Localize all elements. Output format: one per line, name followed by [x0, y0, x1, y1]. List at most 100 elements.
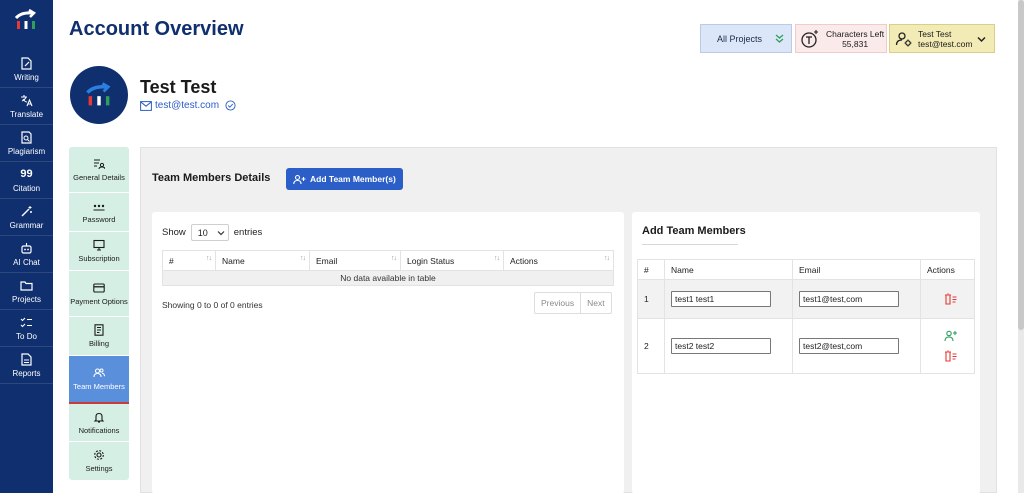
nav-reports[interactable]: Reports [0, 347, 53, 384]
add-team-members-title: Add Team Members [642, 225, 746, 237]
email-cell: test1@test,com [792, 279, 921, 319]
bell-icon [93, 412, 105, 423]
user-name: Test Test [918, 28, 952, 39]
nav-translate[interactable]: Translate [0, 88, 53, 125]
member-email-input[interactable]: test1@test,com [799, 291, 899, 307]
title-divider [642, 244, 738, 245]
entries-label: entries [233, 227, 263, 238]
grammar-icon [21, 205, 32, 216]
column-header-name[interactable]: Name ↑↓ [215, 250, 310, 271]
table-info: Showing 0 to 0 of 0 entries [162, 300, 263, 310]
pagination: Previous Next [534, 292, 612, 314]
nav-label: Citation [12, 183, 41, 193]
nav-label: Plagiarism [7, 146, 46, 156]
ai-chat-icon [21, 242, 32, 254]
settings-item-label: Password [82, 215, 116, 224]
settings-item-label: Subscription [78, 254, 120, 263]
add-members-table: # Name Email Actions 1 test1 test1 test1… [637, 259, 975, 374]
add-team-member-label: Add Team Member(s) [310, 174, 396, 184]
avatar-logo-icon [86, 82, 111, 106]
nav-label: AI Chat [13, 257, 40, 267]
column-header-email[interactable]: Email ↑↓ [309, 250, 401, 271]
column-header-number[interactable]: # ↑↓ [162, 250, 216, 271]
settings-item-team-members[interactable]: Team Members [69, 356, 129, 404]
settings-item-general-details[interactable]: General Details [69, 147, 129, 193]
nav-grammar[interactable]: Grammar [0, 199, 53, 236]
delete-row-icon[interactable] [944, 293, 957, 305]
nav-projects[interactable]: Projects [0, 273, 53, 310]
mail-icon [140, 100, 152, 111]
characters-left-label: Characters Left [826, 28, 885, 39]
nav-label: To Do [16, 331, 37, 341]
characters-left-box: Characters Left 55,831 [795, 24, 887, 53]
settings-sidebar: General Details Password Subscription Pa… [69, 147, 129, 480]
page-title: Account Overview [69, 18, 244, 40]
settings-item-subscription[interactable]: Subscription [69, 232, 129, 271]
nav-writing[interactable]: Writing [0, 51, 53, 88]
user-email: test@test.com [918, 38, 973, 49]
project-select[interactable]: All Projects [700, 24, 792, 53]
column-header-number: # [637, 259, 665, 280]
column-header-actions: Actions [920, 259, 975, 280]
double-chevron-down-icon [775, 34, 784, 43]
delete-row-icon[interactable] [944, 350, 957, 362]
nav-ai-chat[interactable]: AI Chat [0, 236, 53, 273]
add-team-member-button[interactable]: Add Team Member(s) [286, 168, 403, 190]
settings-item-payment-options[interactable]: Payment Options [69, 271, 129, 317]
column-header-actions[interactable]: Actions ↑↓ [503, 250, 614, 271]
password-icon [93, 204, 105, 211]
entries-select[interactable]: 10 [190, 224, 229, 241]
plagiarism-icon [21, 130, 32, 144]
sort-icon: ↑↓ [494, 255, 500, 262]
actions-cell [920, 318, 975, 374]
scrollbar-thumb[interactable] [1018, 0, 1024, 330]
team-icon [93, 368, 105, 378]
nav-label: Grammar [9, 220, 44, 230]
actions-cell [920, 279, 975, 319]
settings-item-label: Notifications [78, 425, 120, 435]
avatar[interactable] [70, 66, 128, 124]
column-header-name: Name [664, 259, 793, 280]
settings-item-notifications[interactable]: Notifications [69, 404, 129, 442]
gear-icon [94, 450, 104, 460]
translate-icon [21, 94, 33, 106]
settings-item-billing[interactable]: Billing [69, 317, 129, 356]
settings-item-label: Billing [88, 339, 109, 348]
team-members-title: Team Members Details [152, 172, 271, 184]
email-cell: test2@test,com [792, 318, 921, 374]
user-menu[interactable]: Test Test test@test.com [889, 24, 995, 53]
name-cell: test1 test1 [664, 279, 793, 319]
add-user-icon[interactable] [944, 330, 957, 342]
settings-item-password[interactable]: Password [69, 193, 129, 232]
empty-table-message: No data available in table [162, 270, 614, 286]
nav-label: Translate [9, 109, 44, 119]
settings-item-settings[interactable]: Settings [69, 442, 129, 480]
chevron-down-icon [217, 231, 225, 236]
member-name-input[interactable]: test2 test2 [671, 338, 771, 354]
user-gear-icon [895, 31, 912, 46]
nav-plagiarism[interactable]: Plagiarism [0, 125, 53, 162]
member-email-input[interactable]: test2@test,com [799, 338, 899, 354]
table-row: 2 test2 test2 test2@test,com [637, 318, 975, 374]
settings-item-label: Team Members [73, 382, 125, 391]
add-team-members-card: Add Team Members # Name Email Actions 1 … [632, 212, 980, 493]
member-name-input[interactable]: test1 test1 [671, 291, 771, 307]
nav-citation[interactable]: 99 Citation [0, 162, 53, 199]
app-logo-icon[interactable] [13, 8, 39, 32]
subscription-icon [93, 239, 105, 251]
next-page-button[interactable]: Next [580, 293, 610, 313]
column-header-email: Email [792, 259, 921, 280]
profile-name: Test Test [140, 77, 217, 97]
nav-todo[interactable]: To Do [0, 310, 53, 347]
previous-page-button[interactable]: Previous [535, 293, 580, 313]
settings-item-label: General Details [73, 172, 125, 182]
page-scrollbar[interactable] [1018, 0, 1024, 493]
sort-icon: ↑↓ [391, 255, 397, 262]
characters-left-value: 55,831 [842, 38, 869, 49]
sort-icon: ↑↓ [300, 255, 306, 262]
column-header-login-status[interactable]: Login Status ↑↓ [400, 250, 504, 271]
characters-icon [801, 29, 818, 48]
profile-email-text: test@test.com [155, 100, 220, 111]
table-row: 1 test1 test1 test1@test,com [637, 279, 975, 319]
reports-icon [21, 352, 32, 366]
